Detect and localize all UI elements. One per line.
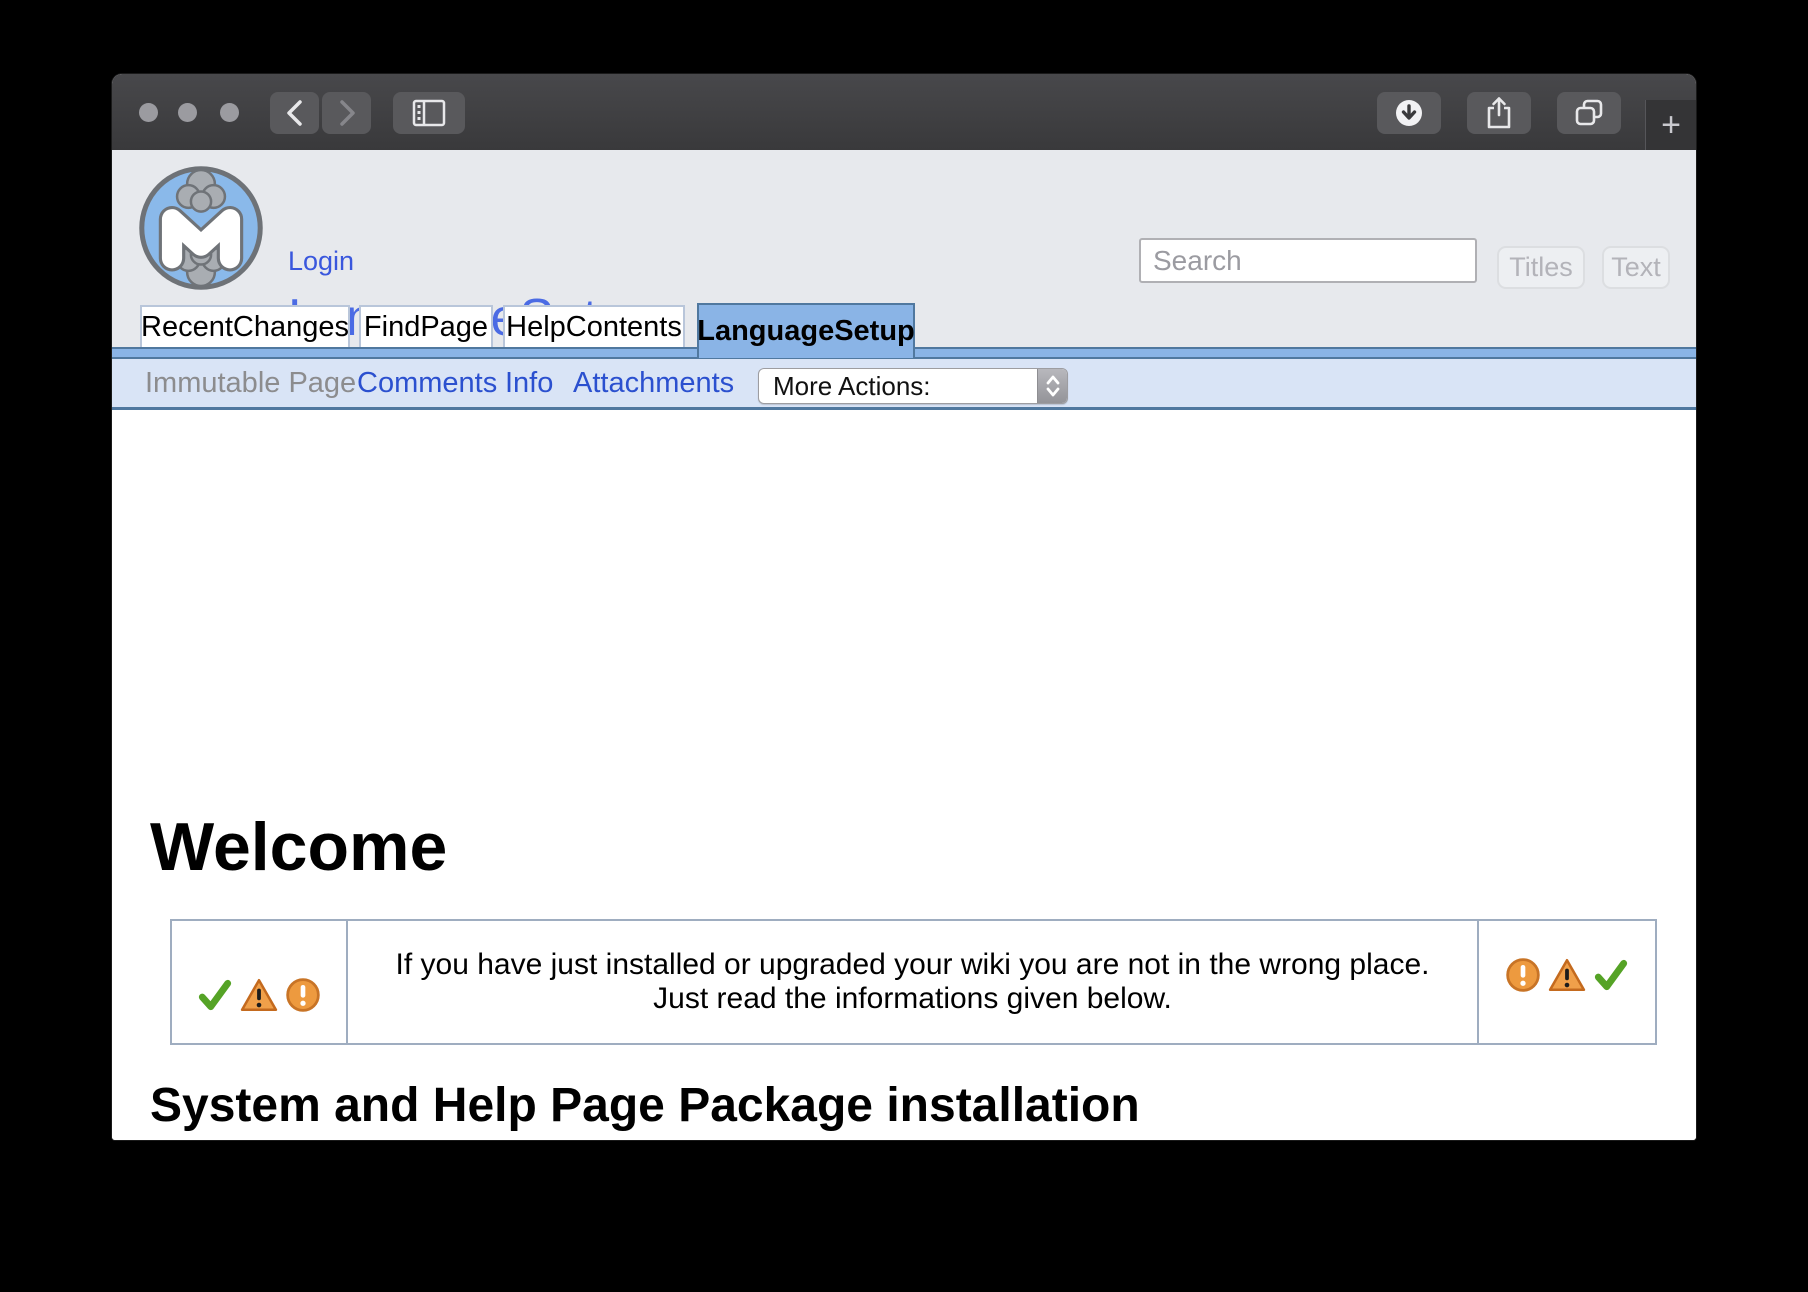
menu-immutable-page: Immutable Page — [145, 359, 356, 407]
share-icon — [1484, 96, 1514, 130]
sidebar-icon — [412, 99, 446, 127]
tab-findpage[interactable]: FindPage — [359, 305, 493, 347]
login-link[interactable]: Login — [288, 246, 354, 277]
downloads-button[interactable] — [1377, 92, 1441, 134]
sidebar-toggle-button[interactable] — [393, 92, 465, 134]
section-heading-installation: System and Help Page Package installatio… — [150, 1078, 1140, 1133]
menu-info-link[interactable]: Info — [505, 359, 553, 407]
more-actions-label: More Actions: — [759, 371, 1037, 402]
tab-helpcontents[interactable]: HelpContents — [503, 305, 685, 347]
download-icon — [1394, 98, 1424, 128]
page-menubar: Immutable Page Comments Info Attachments… — [112, 359, 1696, 410]
notice-table: If you have just installed or upgraded y… — [170, 919, 1657, 1045]
window-close-button[interactable] — [139, 103, 158, 122]
alert-circle-icon — [1505, 957, 1541, 993]
notice-icons-left — [172, 921, 348, 1043]
tab-recentchanges[interactable]: RecentChanges — [140, 305, 350, 347]
select-stepper-icon — [1037, 368, 1067, 404]
page-content: Welcome — [112, 410, 1696, 1140]
alert-circle-icon — [285, 977, 321, 1013]
search-titles-button[interactable]: Titles — [1497, 246, 1585, 289]
tab-overview-icon — [1573, 98, 1605, 128]
forward-chevron-icon — [336, 99, 358, 127]
screen-background: + Login LanguageSetup Titles Text — [0, 0, 1808, 1292]
window-minimize-button[interactable] — [178, 103, 197, 122]
share-button[interactable] — [1467, 92, 1531, 134]
window-zoom-button[interactable] — [220, 103, 239, 122]
back-chevron-icon — [284, 99, 306, 127]
warning-triangle-icon — [240, 977, 278, 1013]
more-actions-select[interactable]: More Actions: — [758, 368, 1068, 404]
forward-button[interactable] — [322, 92, 371, 134]
browser-window: + Login LanguageSetup Titles Text — [112, 74, 1696, 1140]
back-button[interactable] — [270, 92, 319, 134]
new-tab-button[interactable]: + — [1645, 100, 1696, 150]
menu-comments-link[interactable]: Comments — [357, 359, 497, 407]
tab-languagesetup[interactable]: LanguageSetup — [697, 303, 915, 358]
warning-triangle-icon — [1548, 957, 1586, 993]
check-icon — [197, 977, 233, 1013]
moinmoin-logo[interactable] — [138, 165, 264, 291]
browser-titlebar: + — [112, 74, 1696, 150]
search-text-button[interactable]: Text — [1602, 246, 1670, 289]
search-input[interactable] — [1139, 238, 1477, 283]
notice-message: If you have just installed or upgraded y… — [348, 921, 1477, 1043]
notice-line-1: If you have just installed or upgraded y… — [396, 948, 1430, 982]
welcome-heading: Welcome — [150, 808, 447, 886]
tab-overview-button[interactable] — [1557, 92, 1621, 134]
notice-icons-right — [1477, 921, 1655, 1043]
menu-attachments-link[interactable]: Attachments — [573, 359, 734, 407]
notice-line-2: Just read the informations given below. — [653, 982, 1172, 1016]
check-icon — [1593, 957, 1629, 993]
